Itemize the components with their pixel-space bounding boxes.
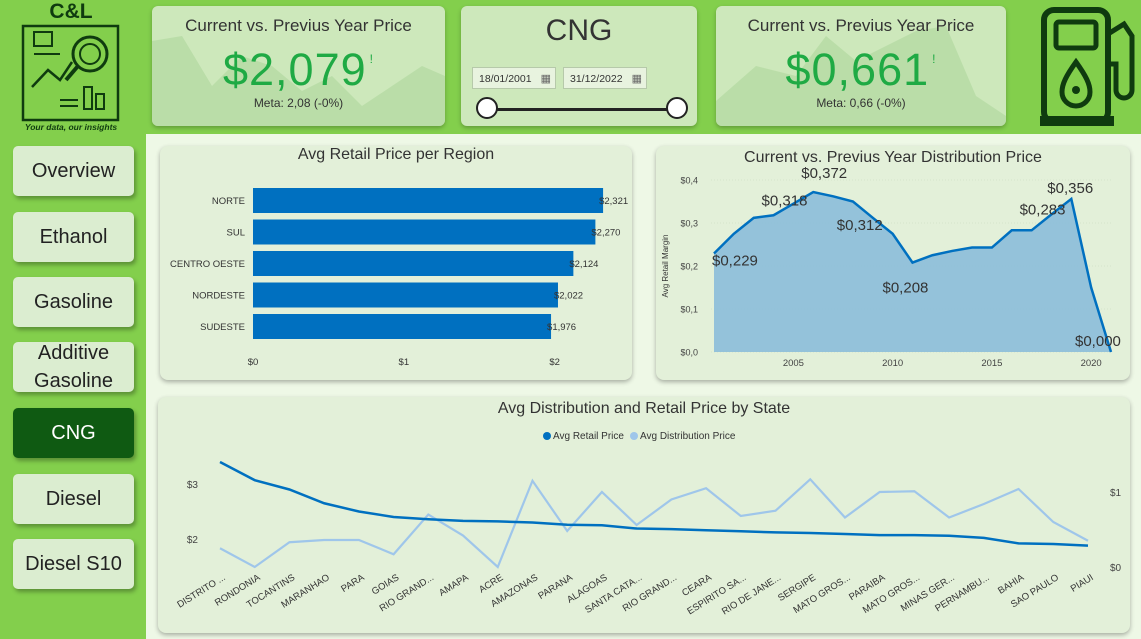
bar-category-label: NORTE [212, 196, 245, 207]
kpi-card-distribution-price: Current vs. Previus Year Price $0,661! M… [716, 6, 1006, 126]
category-label: RIO DE JANE... [720, 572, 783, 617]
x-tick-label: $1 [399, 357, 410, 368]
x-tick-label: $0 [248, 357, 259, 368]
region-bar-chart: NORTE $2,321 SUL $2,270 CENTRO OESTE $2,124 NO… [170, 188, 628, 368]
right-tick-label: $1 [1110, 488, 1122, 499]
date-slider-end-handle[interactable] [666, 97, 688, 119]
kpi-flag: ! [932, 52, 937, 66]
nav-overview-button[interactable]: Overview [13, 146, 134, 196]
kpi-value: $0,661! [716, 44, 1006, 96]
fuel-pump-icon [1040, 7, 1135, 126]
data-label: $0,318 [762, 192, 808, 209]
y-axis-label: Avg Retail Margin [661, 235, 670, 298]
x-tick-label: 2015 [981, 358, 1002, 369]
page-title: CNG [545, 14, 613, 47]
x-tick-label: 2005 [783, 358, 804, 369]
legend-label-distribution: Avg Distribution Price [640, 431, 736, 442]
kpi-meta: Meta: 2,08 (-0%) [253, 96, 344, 110]
bar [253, 282, 558, 308]
kpi-value-text: $0,661 [785, 44, 930, 95]
bar-value-label: $1,976 [547, 322, 576, 333]
legend-label-retail: Avg Retail Price [553, 431, 624, 442]
y-tick-label: $0,4 [680, 176, 698, 186]
y-tick-label: $0,1 [680, 305, 698, 315]
nav-additive-line1: Additive [37, 342, 110, 364]
retail-price-line [219, 460, 1089, 547]
left-tick-label: $3 [187, 480, 199, 491]
end-date-value: 31/12/2022 [570, 73, 623, 85]
x-tick-label: $2 [549, 357, 560, 368]
x-tick-label: 2010 [882, 358, 903, 369]
logo-tagline: Your data, our insights [24, 122, 118, 132]
bar [253, 219, 596, 245]
data-label: $0,229 [712, 253, 758, 270]
y-tick-label: $0,0 [680, 348, 698, 358]
date-slider-start-handle[interactable] [476, 97, 498, 119]
bar [253, 251, 574, 276]
legend-marker-distribution [630, 432, 638, 440]
data-label: $0,372 [801, 165, 847, 182]
left-tick-label: $2 [187, 535, 199, 546]
nav-ethanol-button[interactable]: Ethanol [13, 212, 134, 262]
nav-cng-button[interactable]: CNG [13, 408, 134, 458]
kpi-meta: Meta: 0,66 (-0%) [816, 96, 906, 110]
bar-category-label: CENTRO OESTE [170, 259, 245, 270]
right-tick-label: $0 [1110, 563, 1122, 574]
distribution-area-chart-card: Current vs. Previus Year Distribution Pr… [656, 146, 1130, 380]
date-slider-track[interactable] [487, 108, 679, 111]
end-date-input[interactable]: 31/12/2022 ▦ [563, 67, 647, 89]
nav-additive-gasoline-button[interactable]: Additive Gasoline [13, 342, 134, 392]
category-label: PARA [339, 572, 367, 595]
region-bar-chart-card: Avg Retail Price per Region NORTE $2,321 S… [160, 146, 632, 380]
kpi-title: Current vs. Previus Year Price [747, 16, 975, 35]
distribution-area-chart: $0,0 $0,1 $0,2 $0,3 $0,4 2005 2010 2015 2020 Avg … [661, 165, 1121, 369]
data-label: $0,208 [883, 280, 929, 297]
calendar-icon[interactable]: ▦ [541, 68, 551, 90]
bar-value-label: $2,124 [569, 259, 598, 270]
state-line-chart: Avg Retail Price Avg Distribution Price $2… [175, 431, 1122, 617]
bar [253, 314, 552, 339]
distribution-price-line [219, 477, 1089, 569]
start-date-value: 18/01/2001 [479, 73, 532, 85]
calendar-icon[interactable]: ▦ [632, 68, 642, 90]
category-label: AMAPA [437, 572, 471, 599]
y-tick-label: $0,3 [680, 219, 698, 229]
y-tick-label: $0,2 [680, 262, 698, 272]
logo-icon [21, 24, 120, 122]
logo: C&L Your data, our insights [20, 0, 122, 132]
kpi-card-retail-price: Current vs. Previus Year Price $2,079! M… [152, 6, 445, 126]
bar-value-label: $2,270 [591, 228, 620, 239]
legend-marker-retail [543, 432, 551, 440]
bar-value-label: $2,321 [599, 196, 628, 207]
data-label: $0,312 [837, 217, 883, 234]
bar-value-label: $2,022 [554, 291, 583, 302]
category-label: PIAUI [1069, 572, 1096, 594]
bar-category-label: SUL [227, 228, 245, 239]
state-line-chart-card: Avg Distribution and Retail Price by Sta… [158, 397, 1130, 633]
nav-additive-line2: Gasoline [34, 370, 113, 392]
nav-gasoline-button[interactable]: Gasoline [13, 277, 134, 327]
kpi-title: Current vs. Previus Year Price [185, 16, 412, 35]
kpi-flag: ! [369, 52, 374, 66]
start-date-input[interactable]: 18/01/2001 ▦ [472, 67, 556, 89]
data-label: $0,000 [1075, 333, 1121, 350]
category-label: ESPIRITO SA... [685, 572, 748, 617]
data-label: $0,356 [1047, 180, 1093, 197]
kpi-value-text: $2,079 [223, 44, 367, 95]
bar [253, 188, 604, 213]
fuel-header-card: CNG 18/01/2001 ▦ 31/12/2022 ▦ [461, 6, 697, 126]
kpi-value: $2,079! [152, 44, 445, 96]
nav-diesel-button[interactable]: Diesel [13, 474, 134, 524]
x-tick-label: 2020 [1081, 358, 1102, 369]
bar-category-label: SUDESTE [200, 322, 245, 333]
nav-diesel-s10-button[interactable]: Diesel S10 [13, 539, 134, 589]
bar-category-label: NORDESTE [192, 291, 245, 302]
data-label: $0,283 [1020, 201, 1066, 218]
